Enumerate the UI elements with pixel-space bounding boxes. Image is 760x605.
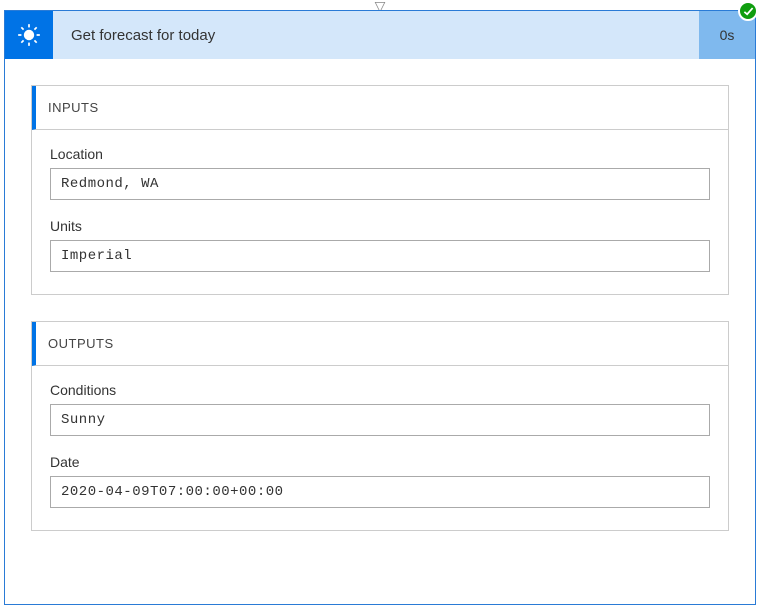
action-card-body: INPUTS Location Redmond, WA Units Imperi… — [5, 59, 755, 531]
outputs-section: OUTPUTS Conditions Sunny Date 2020-04-09… — [31, 321, 729, 531]
field-value[interactable]: Imperial — [50, 240, 710, 272]
outputs-section-header[interactable]: OUTPUTS — [32, 322, 728, 366]
input-field-location: Location Redmond, WA — [50, 146, 710, 200]
inputs-section: INPUTS Location Redmond, WA Units Imperi… — [31, 85, 729, 295]
output-field-conditions: Conditions Sunny — [50, 382, 710, 436]
weather-sun-icon — [5, 11, 53, 59]
outputs-section-body: Conditions Sunny Date 2020-04-09T07:00:0… — [32, 366, 728, 530]
field-label: Units — [50, 218, 710, 234]
inputs-section-body: Location Redmond, WA Units Imperial — [32, 130, 728, 294]
output-field-date: Date 2020-04-09T07:00:00+00:00 — [50, 454, 710, 508]
field-label: Date — [50, 454, 710, 470]
field-label: Conditions — [50, 382, 710, 398]
input-field-units: Units Imperial — [50, 218, 710, 272]
success-check-icon — [738, 1, 758, 21]
field-value[interactable]: Redmond, WA — [50, 168, 710, 200]
field-value[interactable]: Sunny — [50, 404, 710, 436]
action-card[interactable]: Get forecast for today 0s INPUTS Locatio… — [4, 10, 756, 605]
inputs-section-header[interactable]: INPUTS — [32, 86, 728, 130]
action-card-header[interactable]: Get forecast for today 0s — [5, 11, 755, 59]
field-label: Location — [50, 146, 710, 162]
field-value[interactable]: 2020-04-09T07:00:00+00:00 — [50, 476, 710, 508]
action-card-title: Get forecast for today — [53, 11, 699, 59]
